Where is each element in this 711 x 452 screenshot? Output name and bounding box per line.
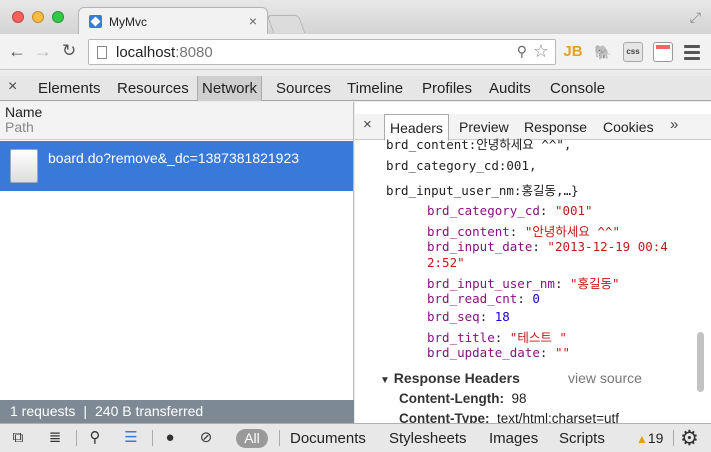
- new-tab-button[interactable]: [266, 15, 306, 33]
- header-row: Content-Type: text/html;charset=utf: [399, 411, 619, 423]
- detail-scrollbar[interactable]: [697, 332, 704, 392]
- tab-audits[interactable]: Audits: [485, 76, 535, 101]
- tab-timeline[interactable]: Timeline: [343, 76, 407, 101]
- css-extension-icon[interactable]: css: [623, 42, 643, 62]
- request-name: board.do?remove&_dc=1387381821923: [48, 150, 300, 166]
- filter-images[interactable]: Images: [489, 429, 538, 448]
- console-drawer-icon[interactable]: ≣: [44, 429, 66, 447]
- view-source-link[interactable]: view source: [568, 370, 642, 386]
- tab-cookies[interactable]: Cookies: [598, 114, 659, 140]
- document-icon: [10, 149, 38, 183]
- disclosure-triangle-icon[interactable]: ▼: [380, 375, 390, 386]
- tab-network[interactable]: Network: [197, 76, 263, 101]
- bookmark-star-icon[interactable]: ☆: [533, 41, 549, 62]
- list-view-icon[interactable]: ☰: [120, 429, 142, 447]
- more-tabs-icon[interactable]: »: [670, 116, 678, 133]
- fullscreen-icon[interactable]: ⤢: [690, 9, 701, 26]
- forward-arrow-icon[interactable]: →: [34, 41, 52, 61]
- menu-icon[interactable]: [684, 45, 700, 63]
- request-detail-pane: × Headers Preview Response Cookies » brd…: [355, 102, 711, 423]
- devtools-bottom-bar: ⧉ ≣ ⚲ ☰ ● ⊘ All Documents Stylesheets Im…: [0, 423, 711, 452]
- evernote-extension-icon[interactable]: 🐘: [593, 42, 613, 62]
- header-row: Content-Length: 98: [399, 391, 527, 406]
- tab-profiles[interactable]: Profiles: [418, 76, 476, 101]
- page-icon: [97, 46, 107, 59]
- field-row: brd_seq: 18: [427, 309, 510, 324]
- jetbrains-extension-icon[interactable]: JB: [563, 42, 583, 62]
- summary-line-2: brd_input_user_nm:홍길동,…}: [386, 183, 579, 198]
- filter-scripts[interactable]: Scripts: [559, 429, 605, 448]
- warning-icon: ▲: [636, 432, 648, 446]
- gear-icon[interactable]: ⚙: [680, 426, 699, 451]
- minimize-window-button[interactable]: [32, 11, 44, 23]
- devtools-close-icon[interactable]: ×: [8, 78, 17, 96]
- tab-sources[interactable]: Sources: [272, 76, 335, 101]
- response-headers-section[interactable]: ▼ Response Headers: [380, 370, 520, 386]
- reload-icon[interactable]: ↻: [62, 41, 76, 61]
- back-arrow-icon[interactable]: ←: [8, 41, 26, 61]
- tab-title: MyMvc: [109, 15, 147, 29]
- field-row-wrap: 2:52": [427, 255, 465, 270]
- summary-line-1: brd_category_cd:001,: [386, 158, 537, 173]
- headers-content: brd_content:안녕하세요 ^^", brd_category_cd:0…: [355, 137, 695, 423]
- transferred-size: 240 B transferred: [95, 403, 204, 419]
- close-window-button[interactable]: [12, 11, 24, 23]
- tab-elements[interactable]: Elements: [34, 76, 105, 101]
- zoom-icon[interactable]: ⚲: [517, 43, 527, 60]
- field-row: brd_content: "안녕하세요 ^^": [427, 224, 620, 239]
- network-status-bar: 1 requests | 240 B transferred: [0, 400, 354, 423]
- url-text[interactable]: localhost:8080: [116, 44, 213, 61]
- devtools-tab-strip: × Elements Resources Network Sources Tim…: [0, 76, 711, 101]
- name-column-header[interactable]: Name Path: [0, 102, 353, 140]
- browser-toolbar: ← → ↻ localhost:8080 ⚲ ☆ JB 🐘 css: [0, 34, 711, 70]
- column-name-label: Name: [5, 104, 43, 120]
- filter-documents[interactable]: Documents: [290, 429, 366, 448]
- field-row: brd_input_date: "2013-12-19 00:4: [427, 239, 668, 254]
- dock-icon[interactable]: ⧉: [8, 429, 28, 447]
- field-row: brd_update_date: "": [427, 345, 571, 360]
- field-row: brd_input_user_nm: "홍길동": [427, 276, 620, 291]
- zoom-window-button[interactable]: [52, 11, 64, 23]
- field-row: brd_title: "테스트 ": [427, 330, 567, 345]
- request-count: 1 requests: [10, 403, 76, 419]
- filter-stylesheets[interactable]: Stylesheets: [389, 429, 467, 448]
- network-request-list: Name Path board.do?remove&_dc=1387381821…: [0, 102, 354, 400]
- cut-off-line: brd_content:안녕하세요 ^^",: [386, 137, 572, 152]
- column-path-label: Path: [5, 119, 34, 135]
- tab-console[interactable]: Console: [546, 76, 609, 101]
- clear-icon[interactable]: ⊘: [196, 429, 216, 447]
- field-row: brd_category_cd: "001": [427, 203, 593, 218]
- warning-count[interactable]: ▲19: [636, 429, 663, 449]
- window-extension-icon[interactable]: [653, 42, 673, 62]
- filter-all-button[interactable]: All: [236, 429, 268, 448]
- detail-close-icon[interactable]: ×: [363, 116, 372, 133]
- tab-resources[interactable]: Resources: [113, 76, 193, 101]
- favicon-icon: [89, 15, 102, 28]
- field-row: brd_read_cnt: 0: [427, 291, 540, 306]
- tab-close-icon[interactable]: ×: [249, 13, 257, 29]
- browser-tab[interactable]: MyMvc ×: [78, 7, 268, 35]
- record-icon[interactable]: ●: [160, 429, 180, 447]
- request-row[interactable]: board.do?remove&_dc=1387381821923: [0, 141, 353, 191]
- address-bar[interactable]: localhost:8080 ⚲ ☆: [88, 39, 556, 65]
- search-icon[interactable]: ⚲: [86, 429, 104, 447]
- title-bar: MyMvc × ⤢: [0, 0, 711, 35]
